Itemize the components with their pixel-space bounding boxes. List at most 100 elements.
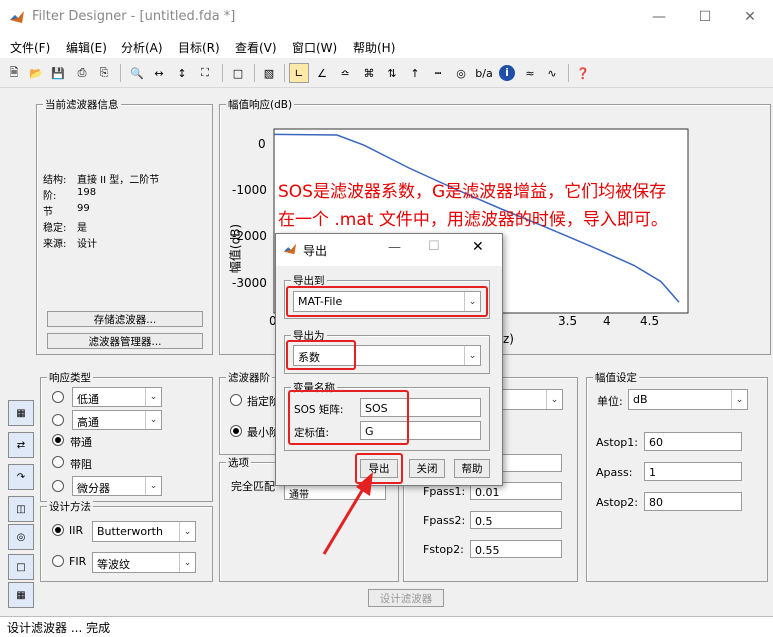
- lowpass-radio[interactable]: [52, 391, 64, 403]
- impulse-response-icon[interactable]: ↑: [405, 63, 425, 83]
- import-sidebar-icon[interactable]: ↷: [8, 464, 34, 490]
- store-filter-button[interactable]: 存储滤波器...: [47, 311, 203, 327]
- title-bar: Filter Designer - [untitled.fda *] — ☐ ✕: [0, 0, 773, 34]
- differentiator-select[interactable]: 微分器 ⌄: [72, 476, 162, 496]
- plot-ylabel: 幅值(dB): [228, 223, 243, 274]
- bandstop-radio[interactable]: [52, 456, 64, 468]
- status-bar: 设计滤波器 ... 完成: [0, 616, 773, 637]
- full-view-icon[interactable]: ⛶: [195, 63, 215, 83]
- minimum-order-radio[interactable]: [230, 425, 242, 437]
- close-window-button[interactable]: ✕: [727, 0, 773, 34]
- maximize-button[interactable]: ☐: [682, 0, 728, 34]
- whats-this-icon[interactable]: ❓: [573, 63, 593, 83]
- quantize-sidebar-icon[interactable]: ◫: [8, 496, 34, 522]
- save-icon[interactable]: 💾: [48, 63, 68, 83]
- response-type-title: 响应类型: [47, 370, 93, 385]
- print-icon[interactable]: ⎙: [72, 63, 92, 83]
- menu-bar: 文件(F) 编辑(E) 分析(A) 目标(R) 查看(V) 窗口(W) 帮助(H…: [0, 34, 773, 58]
- menu-analysis[interactable]: 分析(A): [121, 39, 163, 56]
- design-filter-sidebar-icon[interactable]: ▦: [8, 400, 34, 426]
- dialog-maximize-button[interactable]: ☐: [428, 239, 440, 254]
- minimize-button[interactable]: —: [636, 0, 682, 34]
- differentiator-radio[interactable]: [52, 480, 64, 492]
- matlab-logo-icon: [9, 9, 25, 25]
- highpass-select[interactable]: 高通 ⌄: [72, 410, 162, 430]
- specify-order-radio[interactable]: [230, 394, 242, 406]
- dialog-minimize-button[interactable]: —: [388, 240, 401, 255]
- export-dialog-title: 导出: [303, 244, 328, 258]
- toolbar: 🗎 📂 💾 ⎙ ⎘ 🔍 ↔ ↕ ⛶ □ ▧ ∟ ∠ ≏ ⌘ ⇅ ↑ ┅ ◎ b/…: [0, 58, 773, 88]
- plot-ytick-1: -1000: [232, 183, 267, 197]
- info-icon[interactable]: i: [497, 63, 517, 83]
- step-response-icon[interactable]: ┅: [428, 63, 448, 83]
- astop1-label: Astop1:: [596, 436, 638, 449]
- plot-xtick-1: 3.5: [558, 314, 578, 328]
- dialog-close-button[interactable]: ✕: [472, 239, 484, 255]
- menu-file[interactable]: 文件(F): [10, 39, 50, 56]
- fpass2-field[interactable]: 0.5: [470, 511, 562, 529]
- info-panel-title: 当前滤波器信息: [43, 97, 121, 112]
- coefficients-icon[interactable]: b/a: [474, 63, 494, 83]
- apass-label: Apass:: [596, 466, 633, 479]
- transform-sidebar-icon[interactable]: ⇄: [8, 432, 34, 458]
- zoom-x-icon[interactable]: ↔: [149, 63, 169, 83]
- units-select[interactable]: dB ⌄: [628, 389, 748, 410]
- highpass-label: 高通: [77, 416, 99, 429]
- round-off-noise-icon[interactable]: ∿: [542, 63, 562, 83]
- zoom-y-icon[interactable]: ↕: [172, 63, 192, 83]
- menu-view[interactable]: 查看(V): [235, 39, 277, 56]
- menu-edit[interactable]: 编辑(E): [66, 39, 107, 56]
- annotation-line-1: SOS是滤波器系数，G是滤波器增益，它们均被保存: [278, 182, 667, 202]
- apass-field[interactable]: 1: [644, 462, 742, 481]
- chevron-down-icon: ⌄: [145, 477, 161, 495]
- mag-phase-icon[interactable]: ≏: [335, 63, 355, 83]
- magnitude-response-icon[interactable]: ∟: [289, 63, 309, 83]
- design-method-title: 设计方法: [47, 499, 93, 514]
- menu-window[interactable]: 窗口(W): [292, 39, 337, 56]
- info-stable-label: 稳定:: [43, 223, 67, 234]
- dialog-close-text-button[interactable]: 关闭: [409, 459, 445, 478]
- magnitude-estimate-icon[interactable]: ≈: [520, 63, 540, 83]
- fir-radio[interactable]: [52, 555, 64, 567]
- fstop2-field[interactable]: 0.55: [470, 540, 562, 558]
- highpass-radio[interactable]: [52, 414, 64, 426]
- astop2-label: Astop2:: [596, 496, 638, 509]
- info-order-label: 阶:: [43, 191, 57, 202]
- menu-help[interactable]: 帮助(H): [353, 39, 395, 56]
- dialog-help-button[interactable]: 帮助: [454, 459, 490, 478]
- plot-panel-title: 幅值响应(dB): [226, 97, 295, 112]
- zoom-in-icon[interactable]: 🔍: [127, 63, 147, 83]
- chevron-down-icon: ⌄: [731, 390, 747, 409]
- status-text: 设计滤波器 ... 完成: [7, 621, 111, 635]
- iir-method-select[interactable]: Butterworth ⌄: [92, 521, 196, 542]
- realize-model-sidebar-icon[interactable]: ▦: [8, 582, 34, 608]
- iir-radio[interactable]: [52, 524, 64, 536]
- fir-label: FIR: [69, 555, 87, 568]
- phase-delay-icon[interactable]: ⇅: [382, 63, 402, 83]
- fir-method-select[interactable]: 等波纹 ⌄: [92, 552, 196, 573]
- open-folder-icon[interactable]: 📂: [26, 63, 46, 83]
- filter-manager-button[interactable]: 滤波器管理器...: [47, 333, 203, 349]
- lowpass-select[interactable]: 低通 ⌄: [72, 387, 162, 407]
- new-figure-icon[interactable]: □: [228, 63, 248, 83]
- fir-method-value: 等波纹: [97, 558, 130, 571]
- phase-response-icon[interactable]: ∠: [312, 63, 332, 83]
- group-delay-icon[interactable]: ⌘: [359, 63, 379, 83]
- chevron-down-icon: ⌄: [546, 390, 562, 409]
- new-file-icon[interactable]: 🗎: [4, 63, 24, 83]
- filter-spec-icon[interactable]: ▧: [259, 63, 279, 83]
- bandpass-radio[interactable]: [52, 434, 64, 446]
- match-exactly-value: 通带: [289, 490, 309, 501]
- design-filter-button[interactable]: 设计滤波器: [368, 589, 444, 607]
- multirate-sidebar-icon[interactable]: □: [8, 554, 34, 580]
- lowpass-label: 低通: [77, 393, 99, 406]
- astop1-field[interactable]: 60: [644, 432, 742, 451]
- export-dialog-titlebar: 导出 — ☐ ✕: [276, 234, 502, 266]
- print-preview-icon[interactable]: ⎘: [94, 63, 114, 83]
- pole-zero-icon[interactable]: ◎: [451, 63, 471, 83]
- plot-ytick-3: -3000: [232, 276, 267, 290]
- menu-target[interactable]: 目标(R): [178, 39, 220, 56]
- pole-zero-editor-sidebar-icon[interactable]: ◎: [8, 524, 34, 550]
- window-title: Filter Designer - [untitled.fda *]: [32, 9, 236, 24]
- astop2-field[interactable]: 80: [644, 492, 742, 511]
